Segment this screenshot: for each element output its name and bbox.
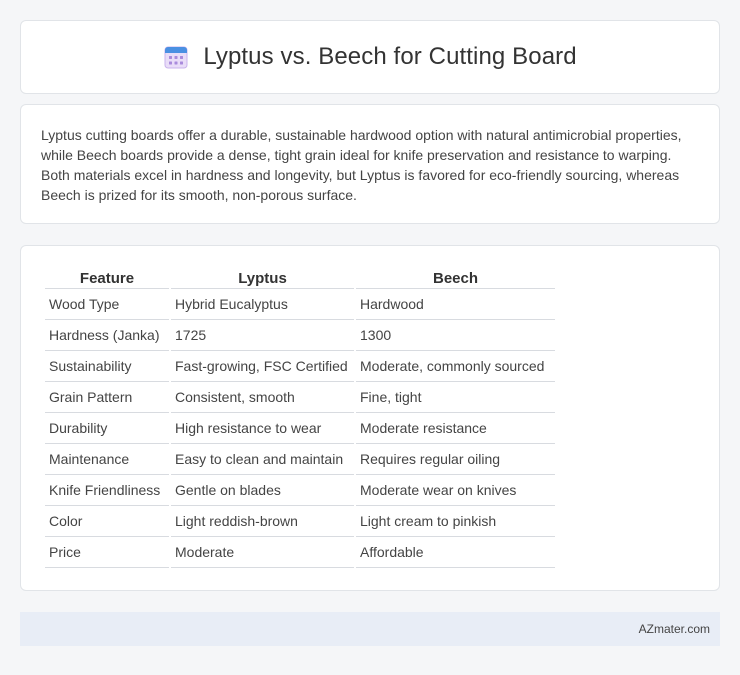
cell-lyptus: Moderate xyxy=(171,537,354,568)
cell-feature: Durability xyxy=(45,413,169,444)
header-beech: Beech xyxy=(356,266,555,289)
header-lyptus: Lyptus xyxy=(171,266,354,289)
table-header-row: Feature Lyptus Beech xyxy=(45,266,555,289)
footer-site-link[interactable]: AZmater.com xyxy=(639,622,710,636)
table-row: Sustainability Fast-growing, FSC Certifi… xyxy=(45,351,555,382)
summary-card: Lyptus cutting boards offer a durable, s… xyxy=(20,104,720,224)
page-title: Lyptus vs. Beech for Cutting Board xyxy=(203,43,577,70)
cell-beech: Hardwood xyxy=(356,289,555,320)
table-row: Knife Friendliness Gentle on blades Mode… xyxy=(45,475,555,506)
cell-lyptus: Consistent, smooth xyxy=(171,382,354,413)
cell-lyptus: Hybrid Eucalyptus xyxy=(171,289,354,320)
cell-feature: Grain Pattern xyxy=(45,382,169,413)
footer: AZmater.com xyxy=(20,612,720,646)
table-row: Price Moderate Affordable xyxy=(45,537,555,568)
table-row: Wood Type Hybrid Eucalyptus Hardwood xyxy=(45,289,555,320)
cell-lyptus: 1725 xyxy=(171,320,354,351)
cell-beech: Moderate resistance xyxy=(356,413,555,444)
cell-beech: Affordable xyxy=(356,537,555,568)
table-row: Maintenance Easy to clean and maintain R… xyxy=(45,444,555,475)
page: Lyptus vs. Beech for Cutting Board Lyptu… xyxy=(0,0,740,675)
calendar-icon xyxy=(164,46,188,69)
table-row: Color Light reddish-brown Light cream to… xyxy=(45,506,555,537)
cell-feature: Knife Friendliness xyxy=(45,475,169,506)
cell-lyptus: Gentle on blades xyxy=(171,475,354,506)
summary-paragraph: Lyptus cutting boards offer a durable, s… xyxy=(41,127,682,203)
cell-feature: Maintenance xyxy=(45,444,169,475)
comparison-table-card: Feature Lyptus Beech Wood Type Hybrid Eu… xyxy=(20,245,720,591)
header-card: Lyptus vs. Beech for Cutting Board xyxy=(20,20,720,94)
cell-lyptus: Easy to clean and maintain xyxy=(171,444,354,475)
table-row: Hardness (Janka) 1725 1300 xyxy=(45,320,555,351)
cell-feature: Wood Type xyxy=(45,289,169,320)
cell-feature: Hardness (Janka) xyxy=(45,320,169,351)
cell-lyptus: High resistance to wear xyxy=(171,413,354,444)
header-feature: Feature xyxy=(45,266,169,289)
cell-beech: 1300 xyxy=(356,320,555,351)
cell-beech: Light cream to pinkish xyxy=(356,506,555,537)
cell-beech: Moderate, commonly sourced xyxy=(356,351,555,382)
table-row: Grain Pattern Consistent, smooth Fine, t… xyxy=(45,382,555,413)
cell-feature: Price xyxy=(45,537,169,568)
table-row: Durability High resistance to wear Moder… xyxy=(45,413,555,444)
cell-lyptus: Light reddish-brown xyxy=(171,506,354,537)
cell-lyptus: Fast-growing, FSC Certified xyxy=(171,351,354,382)
cell-beech: Fine, tight xyxy=(356,382,555,413)
cell-feature: Color xyxy=(45,506,169,537)
cell-feature: Sustainability xyxy=(45,351,169,382)
comparison-table: Feature Lyptus Beech Wood Type Hybrid Eu… xyxy=(43,266,557,568)
cell-beech: Moderate wear on knives xyxy=(356,475,555,506)
cell-beech: Requires regular oiling xyxy=(356,444,555,475)
